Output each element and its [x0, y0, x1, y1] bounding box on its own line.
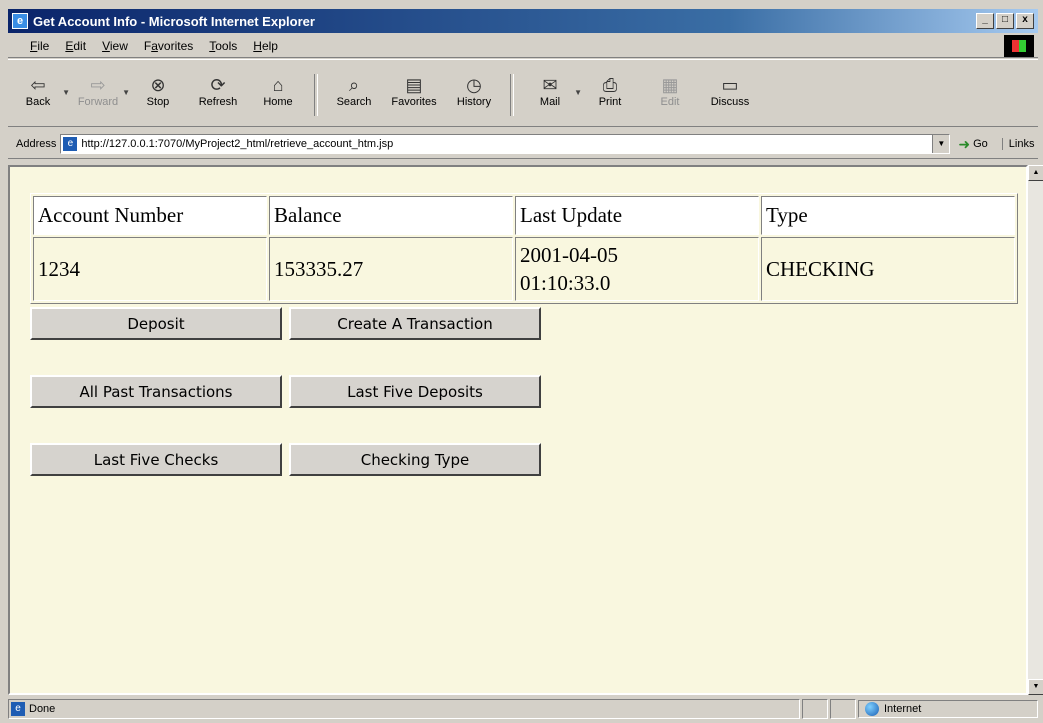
internet-globe-icon	[865, 702, 879, 716]
scroll-up-icon[interactable]: ▲	[1028, 165, 1043, 181]
cell-type: CHECKING	[761, 237, 1015, 301]
address-bar: Address e http://127.0.0.1:7070/MyProjec…	[8, 130, 1038, 159]
ie-icon: e	[12, 13, 28, 29]
search-button[interactable]: ⌕ Search	[324, 74, 384, 108]
title-bar: e Get Account Info - Microsoft Internet …	[8, 9, 1038, 33]
menu-edit[interactable]: Edit	[57, 39, 94, 53]
home-icon: ⌂	[272, 75, 284, 95]
history-icon: ◷	[466, 75, 482, 95]
windows-logo-icon	[1004, 35, 1034, 57]
print-button[interactable]: ⎙ Print	[580, 74, 640, 108]
standard-toolbar: ⇦ Back ▼ ⇨ Forward ▼ ⊗ Stop ⟳ Refresh ⌂ …	[8, 59, 1038, 127]
address-url: http://127.0.0.1:7070/MyProject2_html/re…	[81, 138, 394, 150]
status-bar: e Done Internet	[8, 698, 1038, 720]
page-icon: e	[63, 137, 78, 151]
last-five-checks-button[interactable]: Last Five Checks	[30, 443, 282, 476]
menu-help[interactable]: Help	[245, 39, 286, 53]
stop-button[interactable]: ⊗ Stop	[128, 74, 188, 108]
cell-last-update: 2001-04-05 01:10:33.0	[515, 237, 759, 301]
forward-button[interactable]: ⇨ Forward ▼	[68, 74, 130, 108]
back-arrow-icon: ⇦	[30, 75, 46, 95]
close-button[interactable]: x	[1016, 13, 1034, 29]
go-button[interactable]: ➜ Go	[958, 136, 987, 153]
deposit-button[interactable]: Deposit	[30, 307, 282, 340]
address-dropdown-icon[interactable]: ▼	[932, 135, 950, 153]
search-icon: ⌕	[348, 75, 360, 95]
stop-icon: ⊗	[150, 75, 166, 95]
toolbar-separator	[510, 74, 514, 116]
scroll-down-icon[interactable]: ▼	[1028, 679, 1043, 695]
menu-file[interactable]: File	[8, 39, 57, 53]
edit-button[interactable]: ▦ Edit	[640, 74, 700, 108]
discuss-icon: ▭	[721, 75, 739, 95]
favorites-folder-icon: ▤	[405, 75, 423, 95]
mail-icon: ✉	[542, 75, 558, 95]
header-type: Type	[761, 196, 1015, 235]
status-text-panel: e Done	[8, 699, 800, 719]
window-title: Get Account Info - Microsoft Internet Ex…	[33, 13, 315, 29]
back-button[interactable]: ⇦ Back ▼	[8, 74, 70, 108]
favorites-button[interactable]: ▤ Favorites	[384, 74, 444, 108]
cell-balance: 153335.27	[269, 237, 513, 301]
all-past-transactions-button[interactable]: All Past Transactions	[30, 375, 282, 408]
menu-view[interactable]: View	[94, 39, 136, 53]
checking-type-button[interactable]: Checking Type	[289, 443, 541, 476]
home-button[interactable]: ⌂ Home	[248, 74, 308, 108]
zone-text: Internet	[884, 703, 922, 715]
maximize-button[interactable]: □	[996, 13, 1014, 29]
refresh-button[interactable]: ⟳ Refresh	[188, 74, 248, 108]
status-text: Done	[29, 703, 56, 715]
toolbar-separator	[314, 74, 318, 116]
table-header-row: Account Number Balance Last Update Type	[33, 196, 1015, 235]
mail-button[interactable]: ✉ Mail ▼	[520, 74, 582, 108]
table-row: 1234 153335.27 2001-04-05 01:10:33.0 CHEC…	[33, 237, 1015, 301]
page-done-icon: e	[11, 702, 25, 716]
header-account-number: Account Number	[33, 196, 267, 235]
security-zone-panel: Internet	[858, 700, 1038, 718]
header-last-update: Last Update	[515, 196, 759, 235]
links-button[interactable]: Links	[1001, 138, 1034, 150]
edit-icon: ▦	[661, 75, 679, 95]
menu-favorites[interactable]: Favorites	[136, 39, 201, 53]
address-input[interactable]: e http://127.0.0.1:7070/MyProject2_html/…	[60, 134, 951, 154]
last-five-deposits-button[interactable]: Last Five Deposits	[289, 375, 541, 408]
page-content: Account Number Balance Last Update Type …	[8, 165, 1028, 695]
go-arrow-icon: ➜	[958, 135, 971, 152]
menu-bar: File Edit View Favorites Tools Help	[8, 35, 1038, 58]
address-label: Address	[16, 138, 57, 150]
minimize-button[interactable]: _	[976, 13, 994, 29]
status-panel	[830, 699, 856, 719]
header-balance: Balance	[269, 196, 513, 235]
refresh-icon: ⟳	[210, 75, 226, 95]
create-transaction-button[interactable]: Create A Transaction	[289, 307, 541, 340]
cell-account-number: 1234	[33, 237, 267, 301]
forward-arrow-icon: ⇨	[90, 75, 106, 95]
account-table: Account Number Balance Last Update Type …	[30, 193, 1018, 304]
menu-tools[interactable]: Tools	[201, 39, 245, 53]
history-button[interactable]: ◷ History	[444, 74, 504, 108]
vertical-scrollbar[interactable]: ▲ ▼	[1028, 165, 1043, 695]
browser-window: e Get Account Info - Microsoft Internet …	[0, 0, 1043, 723]
print-icon: ⎙	[602, 75, 618, 95]
discuss-button[interactable]: ▭ Discuss	[700, 74, 760, 108]
status-panel	[802, 699, 828, 719]
